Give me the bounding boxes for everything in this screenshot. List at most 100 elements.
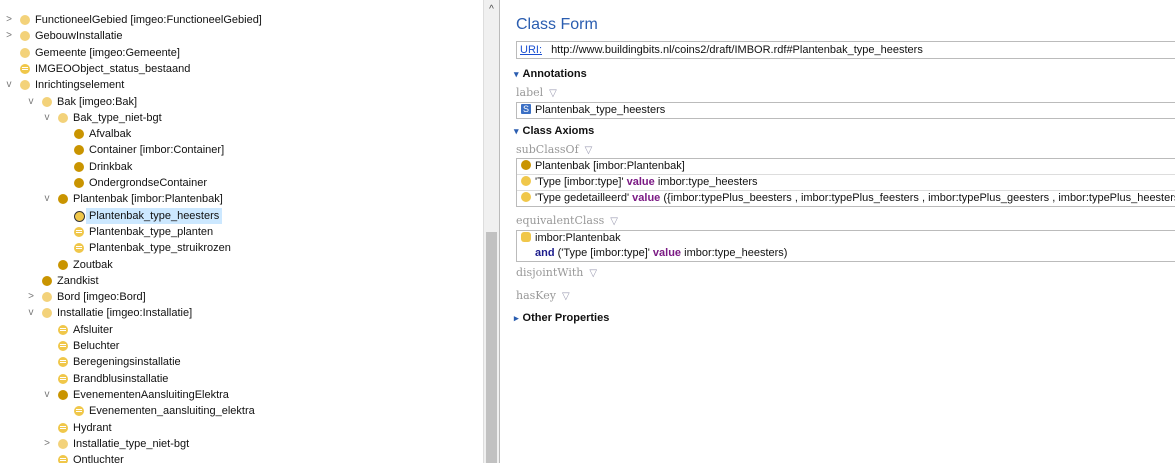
tree-item[interactable]: Plantenbak_type_struikrozen [0,240,480,256]
class-axioms-section[interactable]: ▾ Class Axioms [514,125,594,137]
chevron-down-icon[interactable]: v [4,77,14,93]
add-subclass-icon[interactable]: ▽ [585,145,593,156]
class-icon [58,259,68,270]
uri-field[interactable]: URI: http://www.buildingbits.nl/coins2/d… [516,41,1175,59]
tree-item-label: Hydrant [73,421,112,434]
tree-item[interactable]: Ontluchter [0,452,480,463]
collapse-triangle-icon[interactable]: ▾ [514,69,519,79]
tree-item-label: Container [imbor:Container] [89,144,225,157]
tree-item-label: OndergrondseContainer [89,177,208,189]
class-icon [58,455,68,463]
chevron-down-icon[interactable]: v [42,191,52,207]
class-icon [42,308,52,319]
subclass-row[interactable]: 'Type [imbor:type]' value imbor:type_hee… [517,174,1175,190]
tree-item[interactable]: Brandblusinstallatie [0,371,480,387]
class-icon [20,80,30,91]
tree-item-label: EvenementenAansluitingElektra [73,388,229,401]
add-disjoint-icon[interactable]: ▽ [589,268,597,279]
chevron-down-icon[interactable]: v [42,110,52,126]
tree-item[interactable]: Plantenbak_type_heesters [0,207,480,224]
chevron-down-icon[interactable]: v [26,305,36,321]
equivalentclass-box[interactable]: imbor:Plantenbak and ('Type [imbor:type]… [516,230,1175,262]
subclassof-property: subClassOf ▽ [516,143,592,156]
tree-item-label: IMGEOObject_status_bestaand [35,62,191,75]
add-equivalent-icon[interactable]: ▽ [610,216,618,227]
class-icon [58,438,68,449]
chevron-right-icon[interactable]: > [4,28,14,44]
tree-item[interactable]: v Installatie [imgeo:Installatie] [0,305,480,321]
tree-item[interactable]: v Bak_type_niet-bgt [0,110,480,126]
class-icon [58,324,68,335]
tree-item-label: Evenementen_aansluiting_elektra [89,405,255,418]
class-axioms-heading: Class Axioms [522,125,595,137]
tree-item-label: GebouwInstallatie [35,30,123,43]
tree-item[interactable]: > GebouwInstallatie [0,28,480,44]
chevron-down-icon[interactable]: v [26,94,36,110]
class-icon [58,389,68,400]
add-haskey-icon[interactable]: ▽ [562,291,570,302]
chevron-down-icon[interactable]: v [42,387,52,403]
expand-triangle-icon[interactable]: ▸ [514,313,519,323]
tree-item[interactable]: > Bord [imgeo:Bord] [0,289,480,305]
tree-item[interactable]: Plantenbak_type_planten [0,224,480,240]
tree-item[interactable]: Beregeningsinstallatie [0,354,480,370]
scroll-up-icon[interactable]: ^ [484,4,499,15]
class-form-title: Class Form [516,16,598,33]
class-icon [58,373,68,384]
class-icon [74,161,84,172]
class-icon [58,194,68,205]
tree-scrollbar[interactable]: ^ [483,0,499,463]
subclass-row[interactable]: 'Type gedetailleerd' value ({imbor:typeP… [517,190,1175,206]
tree-item-label: Beluchter [73,340,120,352]
class-form-panel: Class Form URI: http://www.buildingbits.… [508,0,1175,463]
tree-item[interactable]: Hydrant [0,420,480,436]
tree-item[interactable]: Afsluiter [0,322,480,338]
restriction-icon [521,176,531,187]
tree-item[interactable]: OndergrondseContainer [0,175,480,191]
tree-item[interactable]: IMGEOObject_status_bestaand [0,61,480,77]
class-icon [74,210,85,222]
uri-link[interactable]: URI: [520,44,542,56]
scroll-thumb[interactable] [486,232,497,463]
tree-item[interactable]: v Plantenbak [imbor:Plantenbak] [0,191,480,207]
tree-item-label: Bord [imgeo:Bord] [57,291,146,304]
equivalentclass-name: equivalentClass [516,214,605,227]
equivalentclass-property: equivalentClass ▽ [516,214,618,227]
annotations-section[interactable]: ▾ Annotations [514,68,587,80]
tree-item[interactable]: Gemeente [imgeo:Gemeente] [0,45,480,61]
label-property-name: label [516,86,544,99]
uri-value[interactable]: http://www.buildingbits.nl/coins2/draft/… [551,44,923,56]
class-icon [20,31,30,42]
disjointwith-property: disjointWith ▽ [516,266,597,279]
subclass-row[interactable]: Plantenbak [imbor:Plantenbak] [517,159,1175,174]
tree-item[interactable]: Zoutbak [0,257,480,273]
tree-item[interactable]: Drinkbak [0,159,480,175]
tree-item[interactable]: > Installatie_type_niet-bgt [0,436,480,452]
collapse-triangle-icon[interactable]: ▾ [514,126,519,136]
add-label-icon[interactable]: ▽ [549,88,557,99]
label-value-box[interactable]: S Plantenbak_type_heesters [516,102,1175,119]
tree-item[interactable]: v EvenementenAansluitingElektra [0,387,480,403]
tree-item[interactable]: v Inrichtingselement [0,77,480,93]
tree-item-label: Ontluchter [73,454,124,463]
tree-item[interactable]: Beluchter [0,338,480,354]
tree-item-label: Afsluiter [73,323,113,336]
haskey-name: hasKey [516,289,556,302]
class-icon [74,243,84,254]
named-class-icon [521,160,531,171]
tree-item[interactable]: Zandkist [0,273,480,289]
tree-item[interactable]: v Bak [imgeo:Bak] [0,94,480,110]
chevron-right-icon[interactable]: > [42,436,52,452]
tree-item-label: Afvalbak [89,128,132,141]
annotations-heading: Annotations [522,68,587,80]
tree-item-label: Installatie [imgeo:Installatie] [57,307,193,320]
label-value[interactable]: Plantenbak_type_heesters [535,104,665,116]
tree-item[interactable]: Afvalbak [0,126,480,142]
chevron-right-icon[interactable]: > [26,289,36,305]
tree-item[interactable]: > FunctioneelGebied [imgeo:FunctioneelGeb… [0,12,480,28]
other-properties-section[interactable]: ▸ Other Properties [514,312,609,324]
string-literal-icon: S [521,104,531,115]
tree-item[interactable]: Evenementen_aansluiting_elektra [0,403,480,419]
tree-item[interactable]: Container [imbor:Container] [0,142,480,158]
chevron-right-icon[interactable]: > [4,12,14,28]
